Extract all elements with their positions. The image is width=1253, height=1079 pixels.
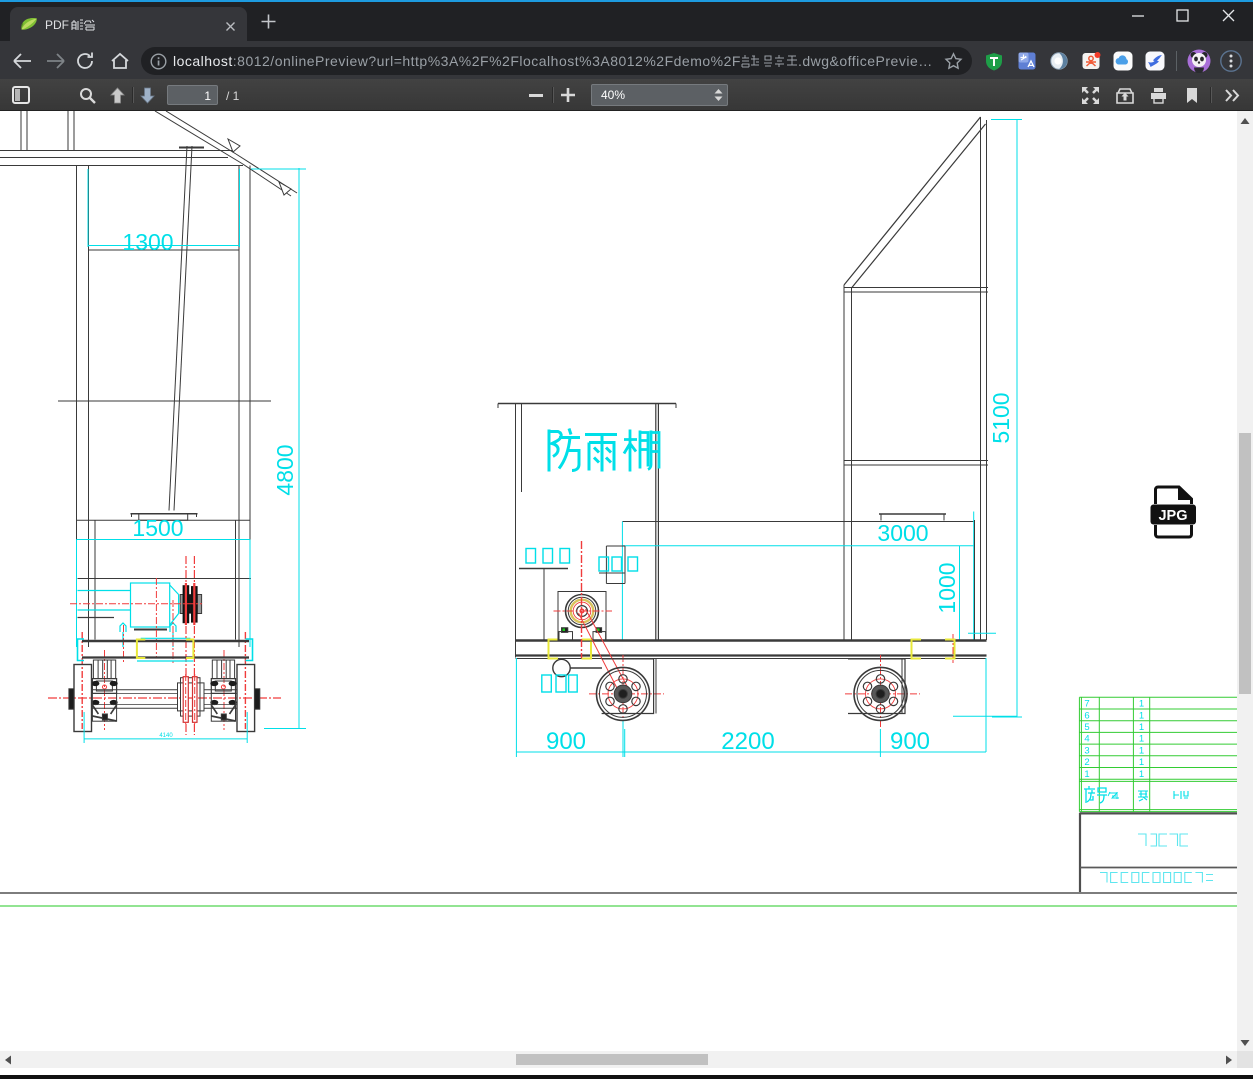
svg-text:1300: 1300 <box>122 229 173 255</box>
svg-text:1: 1 <box>1139 722 1144 733</box>
svg-text:2200: 2200 <box>721 728 774 755</box>
svg-text:1: 1 <box>1139 710 1144 721</box>
svg-text:1500: 1500 <box>132 515 183 541</box>
svg-text:2: 2 <box>1084 757 1089 768</box>
svg-text:5: 5 <box>1084 722 1089 733</box>
svg-text:3: 3 <box>1084 745 1089 756</box>
svg-text:900: 900 <box>546 728 586 755</box>
svg-text:6: 6 <box>1084 710 1089 721</box>
svg-text:1: 1 <box>1139 745 1144 756</box>
svg-text:4: 4 <box>1084 734 1089 745</box>
svg-text:1000: 1000 <box>934 562 960 613</box>
svg-text:4800: 4800 <box>272 444 298 495</box>
svg-text:3000: 3000 <box>877 520 928 546</box>
svg-text:900: 900 <box>890 728 930 755</box>
svg-text:1: 1 <box>1084 769 1089 780</box>
svg-text:1: 1 <box>1139 769 1144 780</box>
svg-text:4140: 4140 <box>159 733 173 739</box>
svg-text:JPG: JPG <box>1158 508 1187 524</box>
svg-text:1: 1 <box>1139 734 1144 745</box>
svg-text:1: 1 <box>1139 757 1144 768</box>
svg-text:1: 1 <box>1139 699 1144 710</box>
svg-text:5100: 5100 <box>988 392 1014 443</box>
svg-text:7: 7 <box>1084 699 1089 710</box>
